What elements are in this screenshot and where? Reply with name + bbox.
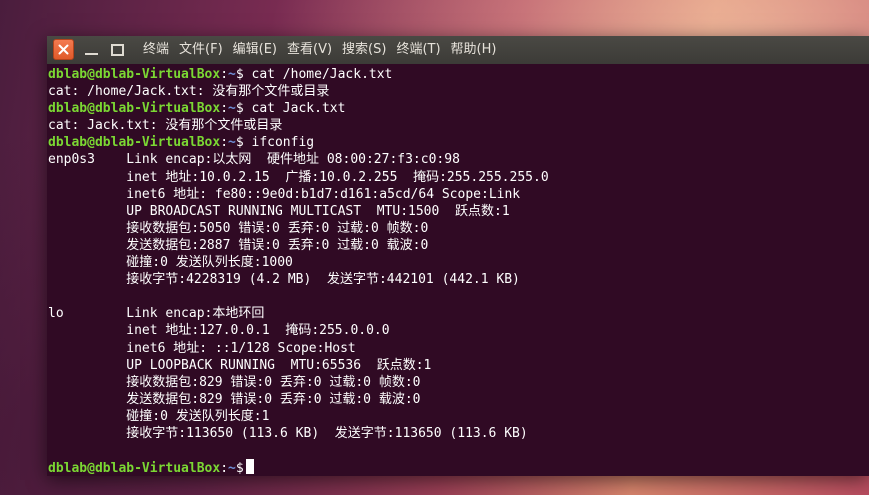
menu-file[interactable]: 文件(F) [174,36,228,64]
prompt-line: dblab@dblab-VirtualBox:~$ [48,459,549,476]
prompt-path: ~ [228,67,236,82]
prompt-dollar: $ [235,135,244,151]
close-button[interactable] [53,39,74,60]
output-text: cat: Jack.txt: 没有那个文件或目录 [48,118,283,134]
output-text: cat: /home/Jack.txt: 没有那个文件或目录 [48,84,330,100]
output-text: 接收字节:4228319 (4.2 MB) 发送字节:442101 (442.1… [48,272,520,288]
output-line: inet6 地址: ::1/128 Scope:Host [48,340,549,357]
menu-search[interactable]: 搜索(S) [337,36,391,64]
output-line: UP BROADCAST RUNNING MULTICAST MTU:1500 … [48,203,549,220]
output-text: inet6 地址: ::1/128 Scope:Host [48,340,356,356]
prompt-colon: : [220,461,229,476]
maximize-button[interactable] [107,39,128,60]
close-icon [58,44,69,55]
command-text: ifconfig [243,135,315,151]
output-line: inet 地址:10.0.2.15 广播:10.0.2.255 掩码:255.2… [48,169,549,186]
output-line: 接收字节:113650 (113.6 KB) 发送字节:113650 (113.… [48,425,549,442]
menu-view[interactable]: 查看(V) [282,36,337,64]
output-text: UP BROADCAST RUNNING MULTICAST MTU:1500 … [48,203,510,219]
prompt-user-host: dblab@dblab-VirtualBox [48,461,221,476]
output-line: 发送数据包:2887 错误:0 丢弃:0 过载:0 载波:0 [48,237,549,254]
output-text: 发送数据包:2887 错误:0 丢弃:0 过载:0 载波:0 [48,237,429,253]
prompt-colon: : [220,67,229,82]
prompt-dollar: $ [235,101,244,117]
output-line: 接收数据包:829 错误:0 丢弃:0 过载:0 帧数:0 [48,374,549,391]
command-text: cat Jack.txt [243,101,346,117]
output-line: 碰撞:0 发送队列长度:1000 [48,254,549,271]
menu-help[interactable]: 帮助(H) [446,36,502,64]
menu-bar: 终端 文件(F) 编辑(E) 查看(V) 搜索(S) 终端(T) 帮助(H) [138,36,501,64]
prompt-user-host: dblab@dblab-VirtualBox [48,101,221,117]
prompt-colon: : [220,135,229,151]
prompt-line: dblab@dblab-VirtualBox:~$ ifconfig [48,134,549,151]
output-text: 接收数据包:5050 错误:0 丢弃:0 过载:0 帧数:0 [48,220,429,236]
prompt-colon: : [220,101,229,117]
output-line: 接收数据包:5050 错误:0 丢弃:0 过载:0 帧数:0 [48,220,549,237]
prompt-user-host: dblab@dblab-VirtualBox [48,135,221,151]
terminal-output-area[interactable]: dblab@dblab-VirtualBox:~$ cat /home/Jack… [47,64,869,476]
prompt-line: dblab@dblab-VirtualBox:~$ cat /home/Jack… [48,66,549,83]
output-text: 碰撞:0 发送队列长度:1 [48,408,270,424]
output-text: 接收数据包:829 错误:0 丢弃:0 过载:0 帧数:0 [48,374,421,390]
output-text: UP LOOPBACK RUNNING MTU:65536 跃点数:1 [48,357,432,373]
text-cursor [245,459,254,475]
menu-terminal[interactable]: 终端(T) [391,36,445,64]
output-line: inet 地址:127.0.0.1 掩码:255.0.0.0 [48,322,549,339]
menu-app-terminal[interactable]: 终端 [138,36,174,64]
output-line: 接收字节:4228319 (4.2 MB) 发送字节:442101 (442.1… [48,271,549,288]
output-line: 发送数据包:829 错误:0 丢弃:0 过载:0 载波:0 [48,391,549,408]
prompt-dollar: $ [235,67,244,82]
title-bar[interactable]: 终端 文件(F) 编辑(E) 查看(V) 搜索(S) 终端(T) 帮助(H) [47,36,869,65]
minimize-button[interactable] [81,39,102,60]
terminal-window[interactable]: 终端 文件(F) 编辑(E) 查看(V) 搜索(S) 终端(T) 帮助(H) d… [47,36,869,476]
output-text: lo Link encap:本地环回 [48,306,265,322]
menu-edit[interactable]: 编辑(E) [228,36,282,64]
output-line: enp0s3 Link encap:以太网 硬件地址 08:00:27:f3:c… [48,151,549,168]
output-text: inet 地址:127.0.0.1 掩码:255.0.0.0 [48,323,390,339]
prompt-path: ~ [228,461,236,476]
output-line: UP LOOPBACK RUNNING MTU:65536 跃点数:1 [48,357,549,374]
output-text: 碰撞:0 发送队列长度:1000 [48,255,293,271]
output-line: cat: /home/Jack.txt: 没有那个文件或目录 [48,83,549,100]
output-text: inet6 地址: fe80::9e0d:b1d7:d161:a5cd/64 S… [48,186,521,202]
prompt-dollar: $ [235,461,244,476]
prompt-path: ~ [228,135,236,151]
output-text: inet 地址:10.0.2.15 广播:10.0.2.255 掩码:255.2… [48,169,549,185]
prompt-user-host: dblab@dblab-VirtualBox [48,67,221,82]
output-line: 碰撞:0 发送队列长度:1 [48,408,549,425]
terminal-lines: dblab@dblab-VirtualBox:~$ cat /home/Jack… [48,66,549,476]
command-text: cat /home/Jack.txt [243,67,393,82]
output-text: 发送数据包:829 错误:0 丢弃:0 过载:0 载波:0 [48,391,421,407]
output-line: lo Link encap:本地环回 [48,305,549,322]
prompt-line: dblab@dblab-VirtualBox:~$ cat Jack.txt [48,100,549,117]
output-line: inet6 地址: fe80::9e0d:b1d7:d161:a5cd/64 S… [48,186,549,203]
output-line: cat: Jack.txt: 没有那个文件或目录 [48,117,549,134]
prompt-path: ~ [228,101,236,117]
output-text: 接收字节:113650 (113.6 KB) 发送字节:113650 (113.… [48,425,528,441]
output-text: enp0s3 Link encap:以太网 硬件地址 08:00:27:f3:c… [48,152,460,168]
